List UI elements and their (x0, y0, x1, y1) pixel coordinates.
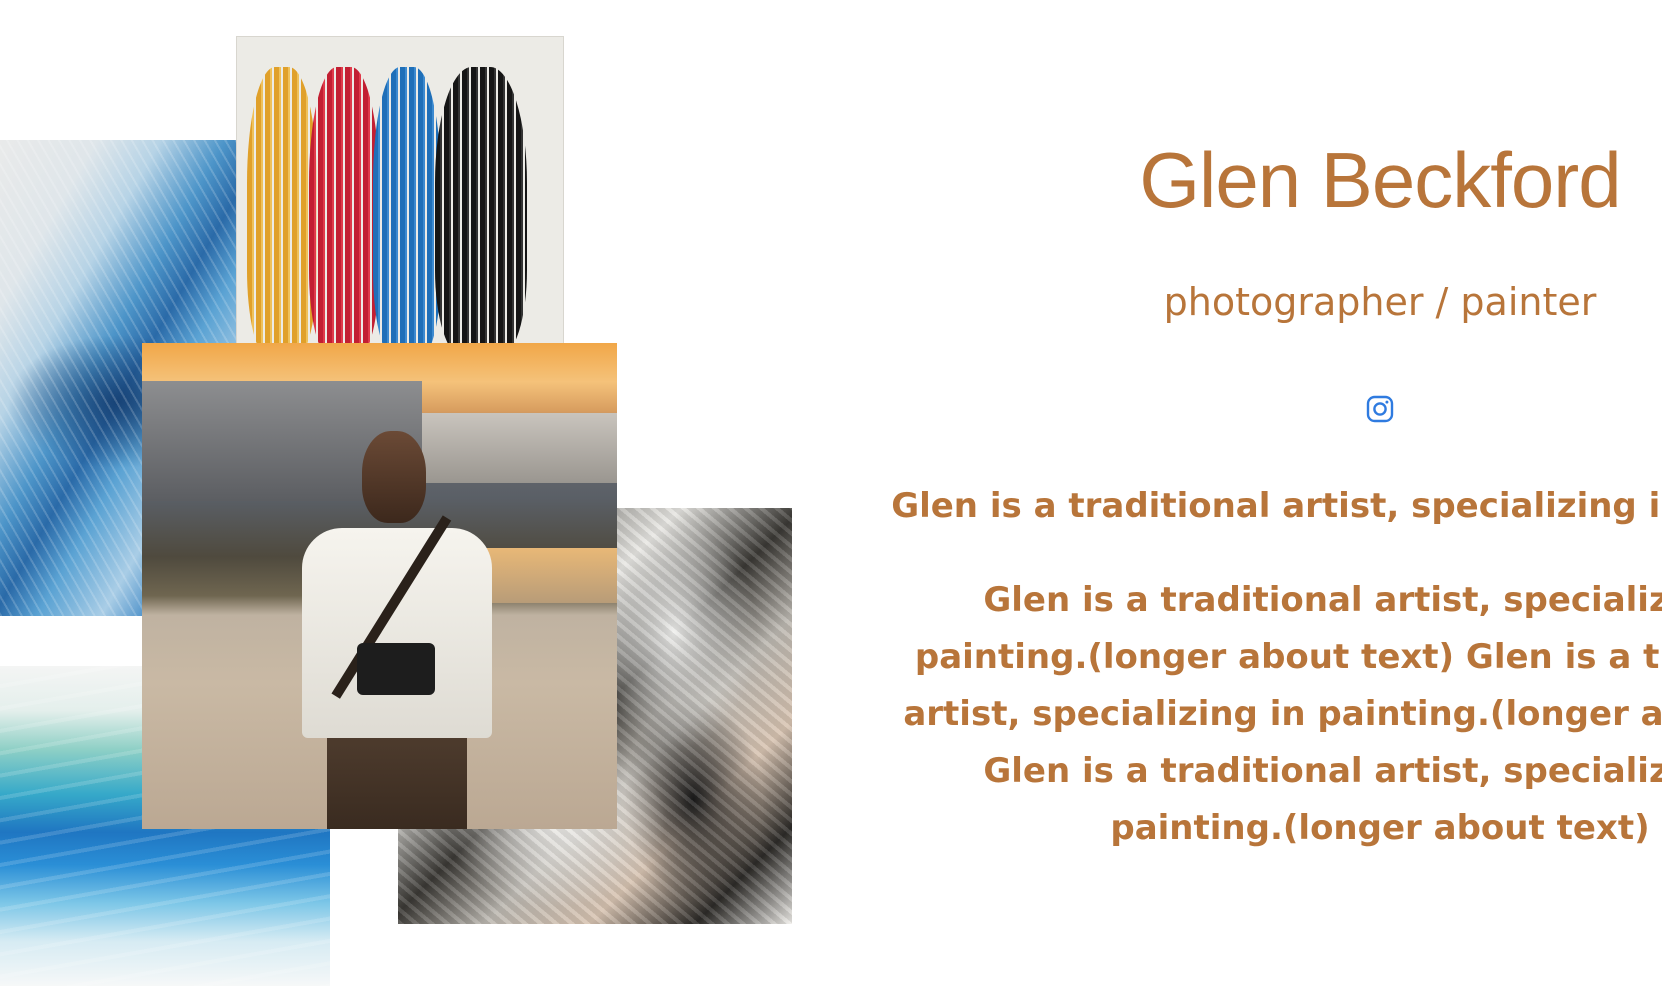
portrait-photo-image (142, 343, 617, 829)
instagram-icon (1366, 395, 1394, 423)
instagram-link[interactable] (1364, 393, 1396, 425)
photo-building-far (422, 413, 617, 483)
photo-person-head (362, 431, 426, 523)
photo-camera (357, 643, 435, 695)
yellow-stroke (247, 67, 317, 357)
photo-person-legs (327, 738, 467, 829)
blue-stroke (373, 67, 441, 357)
red-stroke (309, 67, 379, 357)
black-stroke (435, 67, 527, 357)
color-stripes-painting-image (237, 37, 563, 367)
about-long-text: Glen is a traditional artist, specializi… (903, 580, 1662, 848)
about-short-text: Glen is a traditional artist, specializi… (891, 486, 1662, 526)
artist-role: photographer / painter (1163, 280, 1597, 324)
photo-person-shirt (302, 528, 492, 738)
artist-name: Glen Beckford (1139, 136, 1621, 224)
page: Glen Beckford photographer / painter Gle… (0, 0, 1662, 1004)
